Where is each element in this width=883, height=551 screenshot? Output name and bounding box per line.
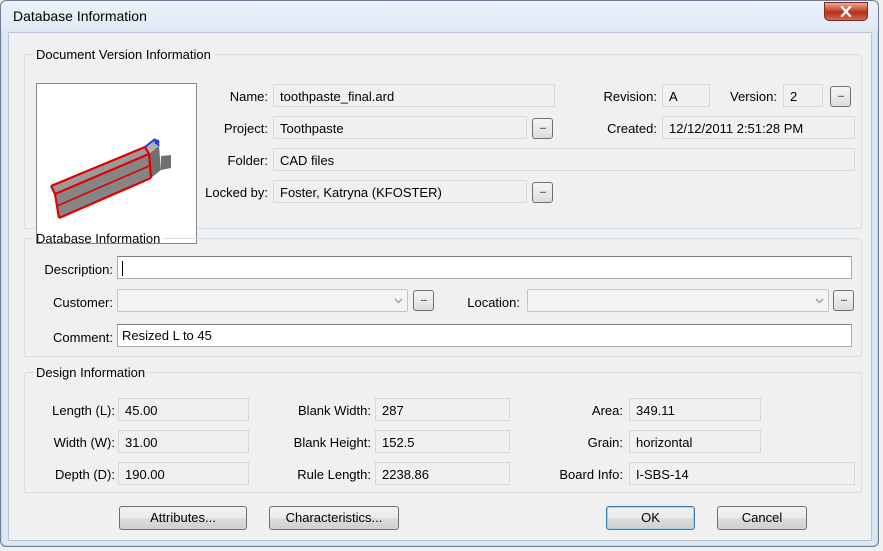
customer-combobox[interactable] xyxy=(117,289,408,312)
folder-field: CAD files xyxy=(273,148,855,171)
comment-input[interactable]: Resized L to 45 xyxy=(117,324,852,347)
text-caret xyxy=(122,261,123,277)
depth-field: 190.00 xyxy=(118,462,249,485)
name-label: Name: xyxy=(229,89,268,104)
blank-width-label: Blank Width: xyxy=(298,403,371,418)
created-label: Created: xyxy=(607,121,657,136)
database-information-dialog: Database Information Document Version In… xyxy=(0,0,879,547)
blank-height-label: Blank Height: xyxy=(293,435,371,450)
customer-browse-button[interactable]: ... xyxy=(413,290,434,311)
chevron-down-icon xyxy=(394,298,403,304)
created-field: 12/12/2011 2:51:28 PM xyxy=(662,116,855,139)
name-field: toothpaste_final.ard xyxy=(273,84,555,107)
customer-label: Customer: xyxy=(53,295,113,310)
title-bar[interactable]: Database Information xyxy=(1,1,878,31)
grain-field: horizontal xyxy=(629,430,761,453)
close-button[interactable] xyxy=(824,2,868,21)
blank-width-field: 287 xyxy=(375,398,510,421)
dialog-client-area: Document Version Information Name: tooth… xyxy=(8,32,872,541)
document-preview-image xyxy=(36,83,197,244)
version-browse-button[interactable]: ... xyxy=(830,86,851,107)
characteristics-button[interactable]: Characteristics... xyxy=(269,506,399,530)
board-info-label: Board Info: xyxy=(559,467,623,482)
version-label: Version: xyxy=(730,89,777,104)
width-field: 31.00 xyxy=(118,430,249,453)
area-label: Area: xyxy=(591,403,623,418)
attributes-button[interactable]: Attributes... xyxy=(119,506,247,530)
locked-by-browse-button[interactable]: ... xyxy=(532,182,553,203)
location-label: Location: xyxy=(467,295,520,310)
depth-label: Depth (D): xyxy=(55,467,115,482)
board-info-field: I-SBS-14 xyxy=(629,462,855,485)
blank-height-field: 152.5 xyxy=(375,430,510,453)
project-field: Toothpaste xyxy=(273,116,527,139)
cancel-button[interactable]: Cancel xyxy=(717,506,807,530)
database-information-legend: Database Information xyxy=(36,231,161,246)
rule-length-label: Rule Length: xyxy=(297,467,371,482)
locked-by-label: Locked by: xyxy=(205,185,268,200)
ok-button[interactable]: OK xyxy=(606,506,695,530)
document-version-legend: Document Version Information xyxy=(36,47,211,62)
3d-box-preview xyxy=(50,138,171,220)
grain-label: Grain: xyxy=(587,435,623,450)
area-field: 349.11 xyxy=(629,398,761,421)
version-field: 2 xyxy=(783,84,823,107)
close-x-icon xyxy=(840,6,852,17)
description-input[interactable] xyxy=(117,256,852,279)
width-label: Width (W): xyxy=(53,435,115,450)
folder-label: Folder: xyxy=(227,153,268,168)
project-label: Project: xyxy=(223,121,268,136)
project-browse-button[interactable]: ... xyxy=(532,118,553,139)
chevron-down-icon xyxy=(815,298,824,304)
description-label: Description: xyxy=(44,262,113,277)
rule-length-field: 2238.86 xyxy=(375,462,510,485)
window-title: Database Information xyxy=(13,8,147,24)
locked-by-field: Foster, Katryna (KFOSTER) xyxy=(273,180,527,203)
location-browse-button[interactable]: ... xyxy=(833,290,854,311)
comment-label: Comment: xyxy=(53,330,113,345)
revision-label: Revision: xyxy=(603,89,657,104)
length-label: Length (L): xyxy=(52,403,115,418)
revision-field: A xyxy=(662,84,710,107)
length-field: 45.00 xyxy=(118,398,249,421)
design-information-legend: Design Information xyxy=(36,365,146,380)
location-combobox[interactable] xyxy=(527,289,829,312)
